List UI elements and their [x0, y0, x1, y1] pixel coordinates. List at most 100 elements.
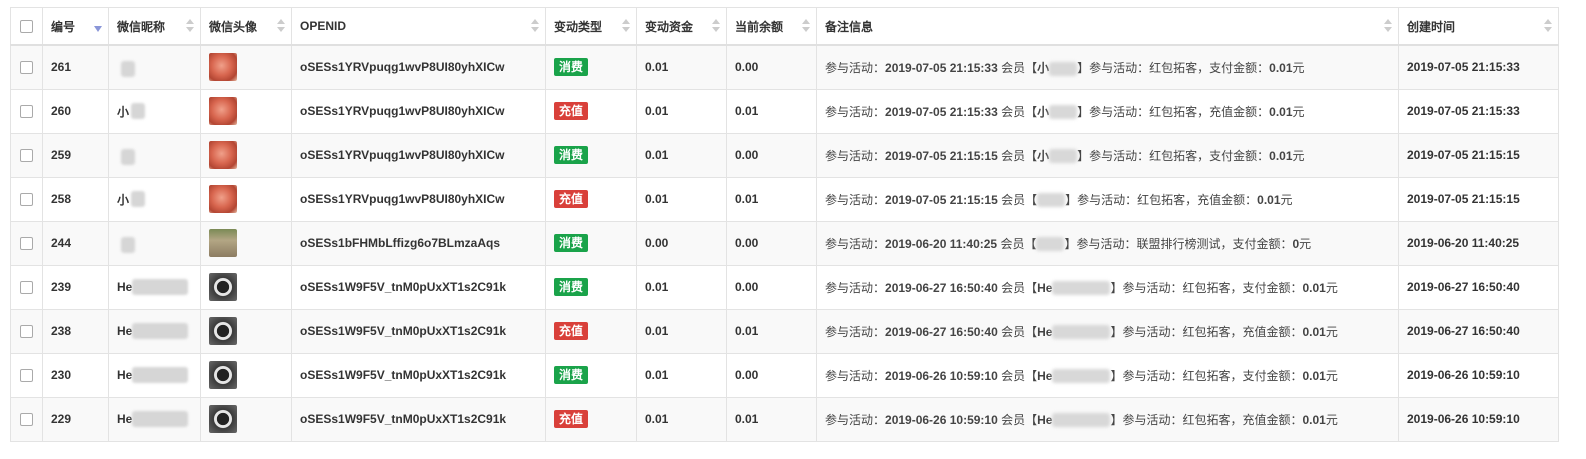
table-row[interactable]: 258 小 oSESs1YRVpuqg1wvP8UI80yhXICw 充值 0.… [10, 176, 1559, 222]
cell-avatar [200, 264, 292, 310]
cell-balance: 0.00 [726, 132, 817, 178]
header-balance[interactable]: 当前余额 [726, 7, 817, 46]
cell-nickname: He [108, 264, 201, 310]
row-select[interactable] [10, 220, 43, 266]
row-checkbox[interactable] [20, 237, 33, 251]
cell-type: 充值 [545, 176, 637, 222]
cell-remark: 参与活动：2019-06-27 16:50:40 会员【He 】参与活动：红包拓客… [816, 264, 1399, 310]
nickname-text: 小 [117, 192, 130, 207]
sort-icon[interactable] [186, 18, 194, 34]
remark-time: 2019-06-20 11:40:25 [885, 236, 998, 251]
row-checkbox[interactable] [20, 193, 33, 207]
header-label: 变动类型 [554, 19, 603, 34]
row-select[interactable] [10, 264, 43, 310]
remark-detail: 】参与活动：红包拓客，充值金额： [1065, 192, 1258, 207]
table-row[interactable]: 261 oSESs1YRVpuqg1wvP8UI80yhXICw 消费 0.01… [10, 44, 1559, 90]
sort-icon[interactable] [802, 18, 810, 34]
remark-time: 2019-07-05 21:15:15 [885, 192, 998, 207]
header-id[interactable]: 编号 [42, 7, 109, 46]
header-remark[interactable]: 备注信息 [816, 7, 1399, 46]
cell-remark: 参与活动：2019-07-05 21:15:15 会员【小 】参与活动：红包拓客，… [816, 132, 1399, 178]
table-row[interactable]: 230 He oSESs1W9F5V_tnM0pUxXT1s2C91k 消费 0… [10, 352, 1559, 398]
table-row[interactable]: 244 oSESs1bFHMbLffizg6o7BLmzaAqs 消费 0.00… [10, 220, 1559, 266]
row-checkbox[interactable] [20, 281, 33, 295]
remark-time: 2019-07-05 21:15:15 [885, 148, 998, 163]
row-checkbox[interactable] [20, 413, 33, 427]
header-amount[interactable]: 变动资金 [636, 7, 727, 46]
remark-member: He [1037, 324, 1053, 339]
type-badge: 消费 [554, 234, 589, 252]
cell-openid: oSESs1bFHMbLffizg6o7BLmzaAqs [291, 220, 546, 266]
cell-avatar [200, 308, 292, 354]
cell-created: 2019-06-26 10:59:10 [1398, 396, 1559, 442]
row-select[interactable] [10, 132, 43, 178]
header-avatar[interactable]: 微信头像 [200, 7, 292, 46]
cell-type: 消费 [545, 132, 637, 178]
rose-icon [209, 185, 237, 213]
header-created[interactable]: 创建时间 [1398, 7, 1559, 46]
cell-openid: oSESs1YRVpuqg1wvP8UI80yhXICw [291, 88, 546, 134]
remark-member: 小 [1037, 148, 1050, 163]
cell-id: 230 [42, 352, 109, 398]
cell-remark: 参与活动：2019-07-05 21:15:15 会员【 】参与活动：红包拓客，充… [816, 176, 1399, 222]
row-select[interactable] [10, 88, 43, 134]
row-checkbox[interactable] [20, 61, 33, 75]
remark-prefix: 参与活动： [825, 192, 886, 207]
cell-remark: 参与活动：2019-06-27 16:50:40 会员【He 】参与活动：红包拓客… [816, 308, 1399, 354]
row-select[interactable] [10, 308, 43, 354]
table-row[interactable]: 259 oSESs1YRVpuqg1wvP8UI80yhXICw 消费 0.01… [10, 132, 1559, 178]
table-row[interactable]: 260 小 oSESs1YRVpuqg1wvP8UI80yhXICw 充值 0.… [10, 88, 1559, 134]
cell-balance: 0.01 [726, 88, 817, 134]
cell-created: 2019-07-05 21:15:15 [1398, 132, 1559, 178]
cell-amount: 0.01 [636, 308, 727, 354]
redacted-member [1049, 105, 1078, 120]
row-select[interactable] [10, 176, 43, 222]
remark-prefix: 参与活动： [825, 104, 886, 119]
sort-icon[interactable] [1544, 18, 1552, 34]
row-select[interactable] [10, 352, 43, 398]
row-checkbox[interactable] [20, 105, 33, 119]
row-select[interactable] [10, 396, 43, 442]
nickname-text: 小 [117, 104, 130, 119]
row-checkbox[interactable] [20, 369, 33, 383]
sort-desc-icon[interactable] [94, 26, 102, 32]
table-row[interactable]: 238 He oSESs1W9F5V_tnM0pUxXT1s2C91k 充值 0… [10, 308, 1559, 354]
remark-prefix: 参与活动： [825, 60, 886, 75]
records-table-wrapper: 编号 微信昵称 微信头像 OPENID 变动类型 变动资金 当前余额 备注信息 … [10, 7, 1559, 442]
row-checkbox[interactable] [20, 325, 33, 339]
remark-member: 小 [1037, 104, 1050, 119]
table-row[interactable]: 229 He oSESs1W9F5V_tnM0pUxXT1s2C91k 充值 0… [10, 396, 1559, 442]
cell-type: 充值 [545, 308, 637, 354]
redacted-nickname [131, 191, 146, 207]
sort-icon[interactable] [1384, 18, 1392, 34]
cell-openid: oSESs1W9F5V_tnM0pUxXT1s2C91k [291, 308, 546, 354]
cell-avatar [200, 396, 292, 442]
cell-id: 261 [42, 44, 109, 90]
cell-id: 238 [42, 308, 109, 354]
header-nickname[interactable]: 微信昵称 [108, 7, 201, 46]
cell-type: 充值 [545, 396, 637, 442]
row-select[interactable] [10, 44, 43, 90]
remark-member: 小 [1037, 60, 1050, 75]
header-type[interactable]: 变动类型 [545, 7, 637, 46]
remark-amount: 0.01 [1269, 60, 1293, 75]
sort-icon[interactable] [277, 18, 285, 34]
header-select-all[interactable] [10, 7, 43, 46]
cell-nickname: 小 [108, 88, 201, 134]
redacted-member [1036, 237, 1065, 252]
table-row[interactable]: 239 He oSESs1W9F5V_tnM0pUxXT1s2C91k 消费 0… [10, 264, 1559, 310]
remark-unit: 元 [1325, 412, 1338, 427]
cell-balance: 0.01 [726, 176, 817, 222]
row-checkbox[interactable] [20, 149, 33, 163]
sort-icon[interactable] [712, 18, 720, 34]
remark-detail: 】参与活动：联盟排行榜测试，支付金额： [1064, 236, 1293, 251]
header-openid[interactable]: OPENID [291, 7, 546, 46]
sort-icon[interactable] [531, 18, 539, 34]
cell-type: 消费 [545, 352, 637, 398]
cell-created: 2019-07-05 21:15:15 [1398, 176, 1559, 222]
cell-type: 消费 [545, 220, 637, 266]
cell-id: 260 [42, 88, 109, 134]
cell-avatar [200, 44, 292, 90]
sort-icon[interactable] [622, 18, 630, 34]
select-all-checkbox[interactable] [20, 20, 33, 34]
